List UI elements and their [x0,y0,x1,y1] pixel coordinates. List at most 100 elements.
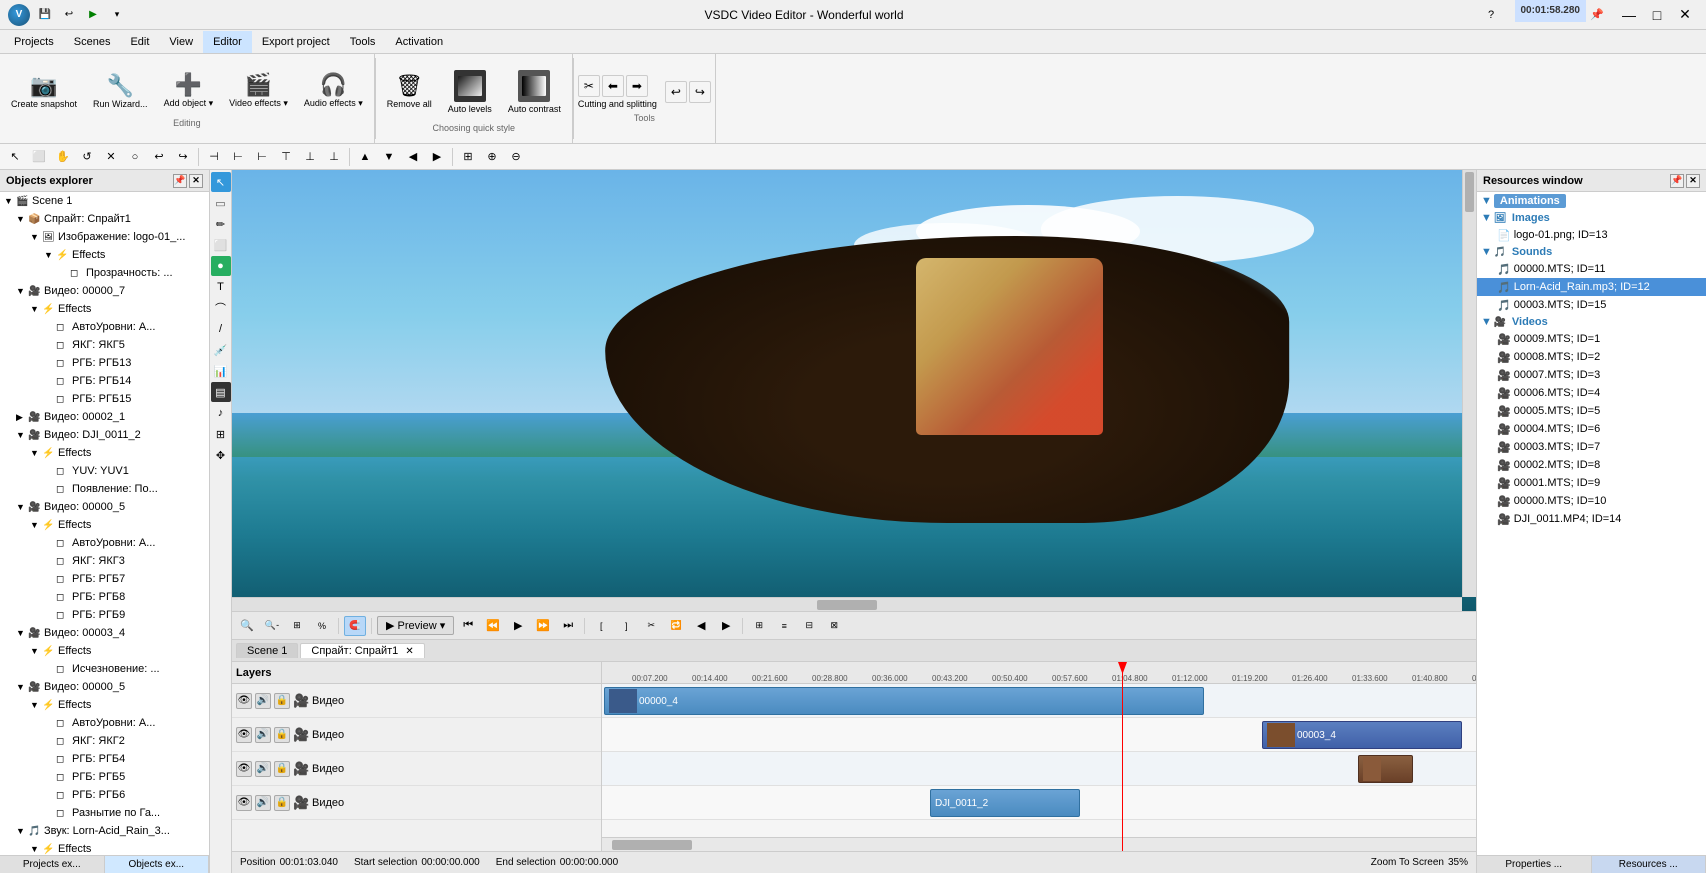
tree-item-appear1[interactable]: ◻ Появление: По... [0,480,209,498]
tl-skip-end[interactable]: ⏭ [557,616,579,636]
side-select[interactable]: ▭ [211,193,231,213]
zoom-out[interactable]: ⊖ [505,146,527,168]
tree-item-rgb9[interactable]: ◻ РГБ: РГБ9 [0,606,209,624]
tl-frame-back[interactable]: ⏪ [482,616,504,636]
move-left[interactable]: ◀ [402,146,424,168]
tree-item-video-extra[interactable]: ▼ 🎥 Видео: 00000_5 [0,678,209,696]
maximize-button[interactable]: □ [1644,5,1670,25]
quick-access-save[interactable]: 💾 [34,4,56,26]
rp-item-vid5[interactable]: 🎥 00004.MTS; ID=6 [1477,420,1706,438]
tree-item-video2[interactable]: ▶ 🎥 Видео: 00002_1 [0,408,209,426]
rp-item-vid1[interactable]: 🎥 00008.MTS; ID=2 [1477,348,1706,366]
tree-item-video7[interactable]: ▼ 🎥 Видео: 00000_7 [0,282,209,300]
projects-ex-tab[interactable]: Projects ex... [0,856,105,873]
sounds-header[interactable]: ▼ 🎵 Sounds [1477,244,1706,260]
quick-access-play[interactable]: ▶ [82,4,104,26]
tl-vis-btn3[interactable]: 👁 [236,761,252,777]
images-header[interactable]: ▼ 🖼 Images [1477,210,1706,226]
tl-vis-btn4[interactable]: 👁 [236,795,252,811]
tl-play-button[interactable]: ▶ Preview ▾ [377,616,454,635]
quick-access-undo[interactable]: ↩ [58,4,80,26]
tree-item-ykg5[interactable]: ◻ ЯКГ: ЯКГ5 [0,336,209,354]
tl-lock-btn3[interactable]: 🔒 [274,761,290,777]
tl-extra1[interactable]: ⊞ [748,616,770,636]
rp-item-vid4[interactable]: 🎥 00005.MTS; ID=5 [1477,402,1706,420]
tl-clip-00003-4[interactable]: 00003_4 [1262,721,1462,749]
tree-item-opacity1[interactable]: ◻ Прозрачность: ... [0,264,209,282]
tl-loop[interactable]: 🔁 [665,616,687,636]
tree-item-effects2[interactable]: ▼ ⚡ Effects [0,300,209,318]
tb2-undo[interactable]: ↩ [148,146,170,168]
tree-item-disappear1[interactable]: ◻ Исчезновение: ... [0,660,209,678]
menu-item-export-project[interactable]: Export project [252,31,340,53]
side-chart[interactable]: 📊 [211,361,231,381]
menu-item-editor[interactable]: Editor [203,31,252,53]
tl-audio-btn3[interactable]: 🔊 [255,761,271,777]
resources-close[interactable]: ✕ [1686,174,1700,188]
tree-item-autolevels1[interactable]: ◻ АвтоУровни: А... [0,318,209,336]
redo-icon[interactable]: ↪ [689,81,711,103]
tl-lock-btn4[interactable]: 🔒 [274,795,290,811]
rp-item-logo[interactable]: 📄 logo-01.png; ID=13 [1477,226,1706,244]
tl-lock-btn2[interactable]: 🔒 [274,727,290,743]
align-left[interactable]: ⊣ [203,146,225,168]
tree-item-rgb13[interactable]: ◻ РГБ: РГБ13 [0,354,209,372]
remove-all-button[interactable]: 🗑 Remove all [380,65,439,119]
tl-vis-btn1[interactable]: 👁 [236,693,252,709]
tree-item-rgb15[interactable]: ◻ РГБ: РГБ15 [0,390,209,408]
rp-item-vid2[interactable]: 🎥 00007.MTS; ID=3 [1477,366,1706,384]
rp-tab-resources[interactable]: Resources ... [1592,856,1706,873]
tree-item-video-dji[interactable]: ▼ 🎥 Видео: DJI_0011_2 [0,426,209,444]
tl-arrow-right[interactable]: ▶ [715,616,737,636]
hscroll-thumb[interactable] [817,600,877,610]
quick-access-more[interactable]: ▾ [106,4,128,26]
rotate-tool[interactable]: ↺ [76,146,98,168]
help-icon[interactable]: ? [1480,4,1502,26]
cursor-tool[interactable]: ↖ [4,146,26,168]
side-music[interactable]: ♪ [211,403,231,423]
tree-item-effects4[interactable]: ▼ ⚡ Effects [0,516,209,534]
menu-item-projects[interactable]: Projects [4,31,64,53]
expand-arrow-effects2[interactable]: ▼ [30,304,42,314]
resources-pin[interactable]: 📌 [1670,174,1684,188]
tree-item-rgb4[interactable]: ◻ РГБ: РГБ4 [0,750,209,768]
tl-arrow-left[interactable]: ◀ [690,616,712,636]
tl-tab-sprite1[interactable]: Спрайт: Спрайт1 ✕ [300,643,424,658]
rp-item-vid9[interactable]: 🎥 00000.MTS; ID=10 [1477,492,1706,510]
expand-arrow-sprite1[interactable]: ▼ [16,214,28,224]
move-down[interactable]: ▼ [378,146,400,168]
tl-zoom-percent[interactable]: % [311,616,333,636]
tree-item-rgb7[interactable]: ◻ РГБ: РГБ7 [0,570,209,588]
cut-arrow-icon[interactable]: ⬅ [602,75,624,97]
tree-item-scene1[interactable]: ▼ 🎬 Scene 1 [0,192,209,210]
tree-item-autolevels3[interactable]: ◻ АвтоУровни: А... [0,714,209,732]
menu-item-view[interactable]: View [159,31,203,53]
undo-icon[interactable]: ↩ [665,81,687,103]
run-wizard-button[interactable]: 🔧 Run Wizard... [86,69,155,114]
vscroll-thumb[interactable] [1465,172,1474,212]
tl-hscroll-thumb[interactable] [612,840,692,850]
tl-audio-btn2[interactable]: 🔊 [255,727,271,743]
menu-item-edit[interactable]: Edit [120,31,159,53]
rp-item-vid6[interactable]: 🎥 00003.MTS; ID=7 [1477,438,1706,456]
panel-close-button[interactable]: ✕ [189,174,203,188]
tl-extra2[interactable]: ≡ [773,616,795,636]
rp-item-vid3[interactable]: 🎥 00006.MTS; ID=4 [1477,384,1706,402]
tree-item-ykg2[interactable]: ◻ ЯКГ: ЯКГ2 [0,732,209,750]
tree-item-razn[interactable]: ◻ Разнытие по Га... [0,804,209,822]
add-object-button[interactable]: ➕ Add object ▾ [157,69,221,114]
menu-item-scenes[interactable]: Scenes [64,31,121,53]
align-bottom[interactable]: ⊥ [323,146,345,168]
zoom-in[interactable]: ⊕ [481,146,503,168]
side-grid[interactable]: ⊞ [211,424,231,444]
tl-marker-out[interactable]: ] [615,616,637,636]
tl-zoom-out[interactable]: 🔍- [261,616,283,636]
tl-audio-btn1[interactable]: 🔊 [255,693,271,709]
tree-item-sprite1[interactable]: ▼ 📦 Спрайт: Спрайт1 [0,210,209,228]
side-line[interactable]: / [211,319,231,339]
pin-icon[interactable]: 📌 [1586,4,1608,26]
side-eyedropper[interactable]: 💉 [211,340,231,360]
panel-pin-button[interactable]: 📌 [173,174,187,188]
expand-arrow-video7[interactable]: ▼ [16,286,28,296]
tl-extra4[interactable]: ⊠ [823,616,845,636]
